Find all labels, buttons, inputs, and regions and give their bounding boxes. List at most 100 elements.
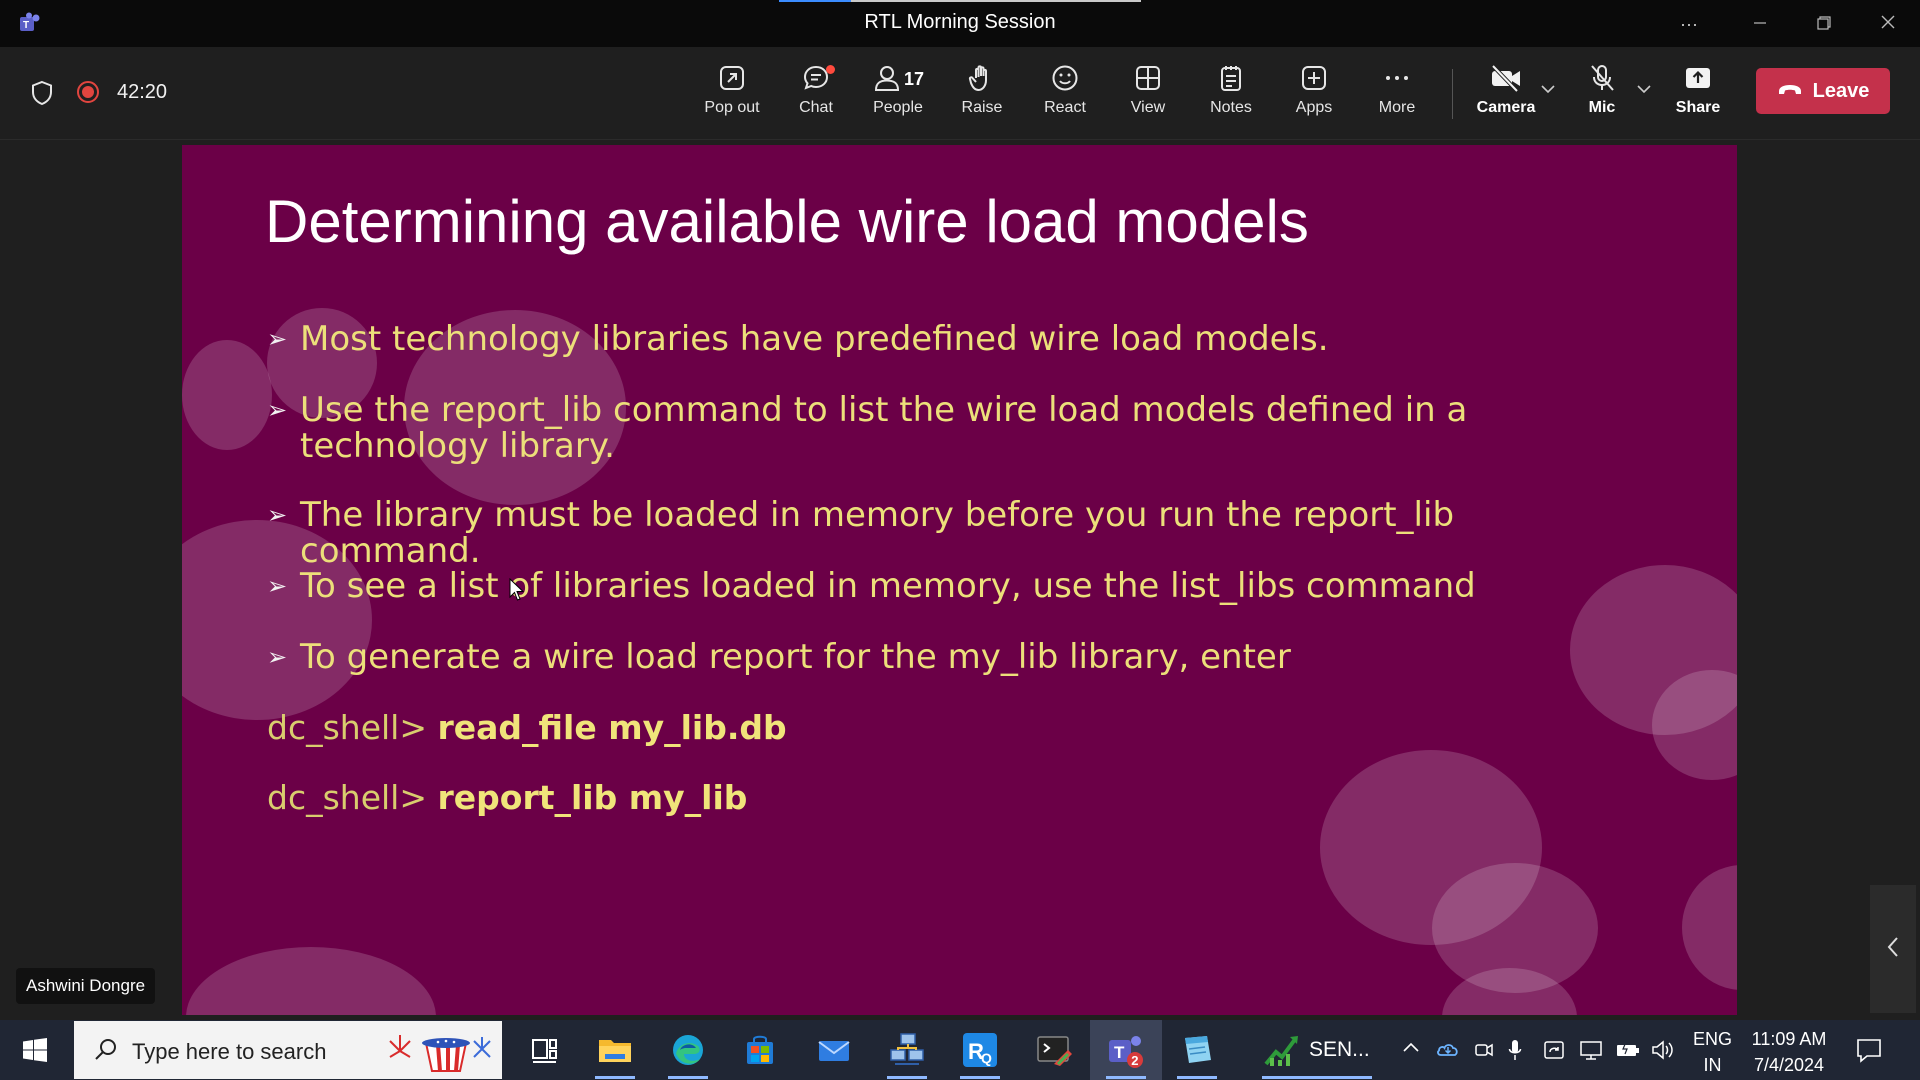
notes-icon — [1221, 66, 1241, 91]
store-icon[interactable] — [740, 1030, 780, 1070]
share-label: Share — [1675, 99, 1721, 116]
mic-options-chevron-icon[interactable] — [1636, 81, 1652, 97]
network-icon[interactable] — [1579, 1039, 1603, 1061]
notes-label: Notes — [1210, 99, 1252, 116]
view-button[interactable]: View — [1108, 63, 1188, 131]
command-text: read_file my_lib.db — [437, 708, 787, 747]
react-button[interactable]: React — [1025, 63, 1105, 131]
command-prompt: dc_shell> — [267, 778, 427, 817]
people-button[interactable]: 17 People — [858, 63, 938, 131]
leave-label: Leave — [1812, 80, 1870, 102]
taskbar-search-box[interactable]: Type here to search — [74, 1021, 502, 1079]
volume-icon[interactable] — [1651, 1039, 1675, 1061]
shared-slide: Determining available wire load models ➢… — [182, 145, 1737, 1015]
more-button[interactable]: More — [1357, 63, 1437, 131]
input-language-indicator[interactable]: ENG IN — [1693, 1026, 1732, 1078]
notepad-app-icon[interactable] — [1177, 1030, 1217, 1070]
slide-title: Determining available wire load models — [265, 188, 1309, 255]
camera-options-chevron-icon[interactable] — [1540, 81, 1556, 97]
expand-panel-chevron-icon[interactable] — [1870, 885, 1916, 1013]
teams-badge: 2 — [1131, 1053, 1138, 1068]
sen-chart-app-icon[interactable] — [1262, 1030, 1302, 1070]
language-region: IN — [1703, 1055, 1722, 1075]
terminal-app-icon[interactable] — [1034, 1030, 1074, 1070]
command-prompt: dc_shell> — [267, 708, 427, 747]
smiley-icon — [1052, 65, 1078, 91]
shield-icon[interactable] — [30, 80, 54, 106]
search-placeholder: Type here to search — [132, 1039, 327, 1064]
meeting-toolbar: 42:20 Pop out Chat 17 People Raise React… — [0, 47, 1920, 140]
people-count: 17 — [904, 69, 925, 89]
mail-icon[interactable] — [814, 1030, 854, 1070]
search-icon — [95, 1039, 116, 1060]
decor-bubble — [182, 340, 272, 450]
running-indicator — [1177, 1076, 1217, 1079]
recording-indicator-icon — [77, 81, 99, 103]
mic-button[interactable]: Mic — [1562, 63, 1642, 131]
grid-icon — [1136, 66, 1160, 90]
meet-now-icon[interactable] — [1474, 1039, 1494, 1061]
restore-button[interactable] — [1804, 10, 1844, 38]
decor-bubble — [1682, 865, 1737, 990]
raise-label: Raise — [961, 99, 1003, 116]
share-button[interactable]: Share — [1658, 63, 1738, 131]
onedrive-icon[interactable] — [1436, 1038, 1460, 1060]
windows-start-icon[interactable] — [23, 1038, 47, 1062]
presenter-name-tag: Ashwini Dongre — [16, 968, 156, 1004]
people-label: People — [873, 99, 923, 116]
apps-button[interactable]: Apps — [1274, 63, 1354, 131]
more-label: More — [1378, 99, 1416, 116]
meeting-timer: 42:20 — [117, 81, 168, 103]
search-highlight-fireworks-icon — [389, 1035, 491, 1072]
notes-button[interactable]: Notes — [1191, 63, 1271, 131]
system-clock[interactable]: 11:09 AM 7/4/2024 — [1748, 1026, 1830, 1078]
file-explorer-icon[interactable] — [595, 1030, 635, 1070]
sen-app-label: SEN... — [1309, 1038, 1370, 1061]
running-indicator — [887, 1076, 927, 1079]
command-line: dc_shell> report_lib my_lib — [267, 778, 747, 817]
windows-taskbar: Type here to search R Q T 2 SEN... ENG I… — [0, 1020, 1920, 1080]
camera-button[interactable]: Camera — [1466, 63, 1546, 131]
command-text: report_lib my_lib — [437, 778, 748, 817]
chat-button[interactable]: Chat — [776, 63, 856, 131]
plus-icon — [1302, 66, 1326, 90]
running-indicator — [1106, 1076, 1146, 1079]
teams-icon[interactable]: T 2 — [1106, 1030, 1146, 1070]
minimize-button[interactable] — [1740, 10, 1780, 38]
notification-center-icon[interactable] — [1855, 1036, 1883, 1064]
slide-bullet: ➢ The library must be loaded in memory be… — [267, 497, 1647, 569]
slide-bullet: ➢ To generate a wire load report for the … — [267, 639, 1647, 675]
mic-off-icon — [1591, 65, 1614, 91]
chat-unread-dot — [826, 65, 835, 74]
more-options-icon[interactable]: ··· — [1669, 10, 1709, 38]
command-line: dc_shell> read_file my_lib.db — [267, 708, 787, 747]
slide-bullet: ➢ Most technology libraries have predefin… — [267, 321, 1647, 357]
window-title: RTL Morning Session — [864, 11, 1056, 33]
clock-date: 7/4/2024 — [1753, 1055, 1825, 1075]
task-view-icon[interactable] — [525, 1030, 565, 1070]
settings-sync-icon[interactable] — [1543, 1039, 1565, 1061]
bullet-text: Use the report_lib command to list the w… — [300, 390, 1468, 466]
close-button[interactable] — [1868, 10, 1908, 38]
more-icon — [1386, 76, 1408, 80]
raise-hand-button[interactable]: Raise — [942, 63, 1022, 131]
microphone-in-use-icon[interactable] — [1508, 1038, 1522, 1062]
react-label: React — [1044, 99, 1086, 116]
battery-icon[interactable] — [1616, 1041, 1640, 1059]
mouse-cursor-icon — [509, 578, 525, 601]
running-indicator — [595, 1076, 635, 1079]
rq-app-icon[interactable]: R Q — [960, 1030, 1000, 1070]
arrow-bullet-icon: ➢ — [267, 643, 288, 671]
loading-bar-accent — [779, 0, 851, 2]
running-indicator — [960, 1076, 1000, 1079]
edge-icon[interactable] — [668, 1030, 708, 1070]
arrow-bullet-icon: ➢ — [267, 501, 288, 529]
show-hidden-icons-chevron-icon[interactable] — [1402, 1040, 1420, 1054]
clock-time: 11:09 AM — [1751, 1029, 1827, 1049]
apps-label: Apps — [1295, 99, 1333, 116]
arrow-bullet-icon: ➢ — [267, 396, 288, 424]
pop-out-button[interactable]: Pop out — [692, 63, 772, 131]
network-app-icon[interactable] — [887, 1030, 927, 1070]
bullet-text: The library must be loaded in memory bef… — [300, 495, 1455, 571]
leave-button[interactable]: Leave — [1756, 68, 1890, 114]
